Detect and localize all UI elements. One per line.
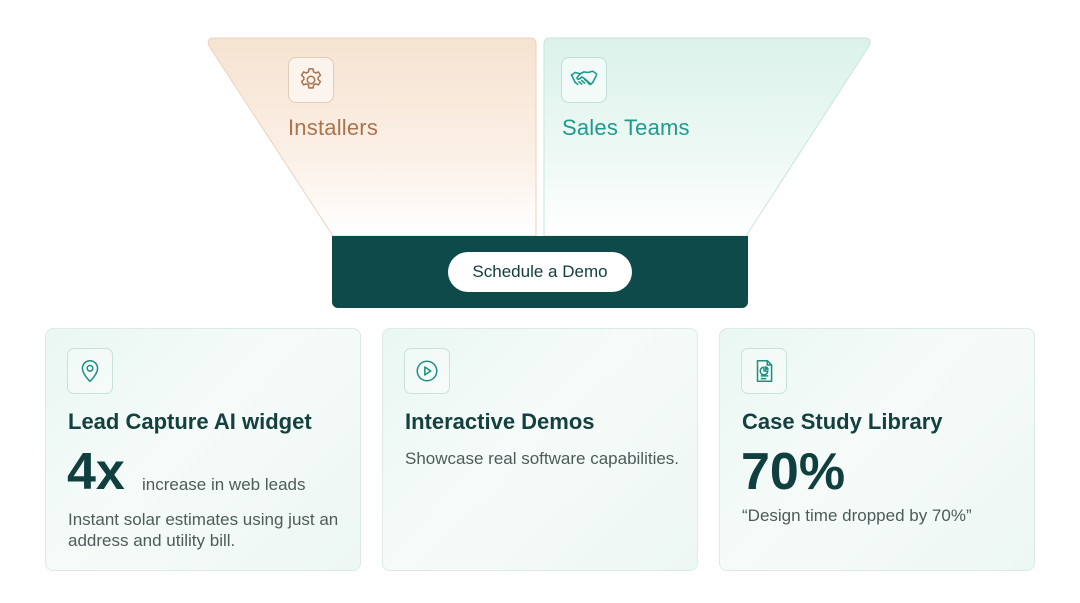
card-title: Case Study Library [742, 409, 943, 434]
stat-value: 4x [67, 443, 125, 501]
case-study-card: Case Study Library 70% “Design time drop… [719, 328, 1035, 571]
document-chart-icon [741, 348, 787, 394]
sales-teams-title: Sales Teams [562, 115, 690, 140]
card-description: Showcase real software capabilities. [405, 449, 680, 468]
card-title: Interactive Demos [405, 409, 595, 434]
installers-title: Installers [288, 115, 379, 140]
lead-capture-card: Lead Capture AI widget 4x increase in we… [45, 328, 361, 571]
stat-caption: increase in web leads [142, 475, 306, 494]
card-quote: “Design time dropped by 70%” [742, 506, 972, 525]
card-description: Instant solar estimates using just an ad… [68, 510, 339, 550]
schedule-demo-button[interactable]: Schedule a Demo [448, 252, 632, 292]
interactive-demos-card: Interactive Demos Showcase real software… [382, 328, 698, 571]
gear-icon [288, 57, 334, 103]
play-circle-icon [404, 348, 450, 394]
map-pin-icon [67, 348, 113, 394]
card-title: Lead Capture AI widget [68, 409, 312, 434]
stat-value: 70% [741, 443, 846, 501]
handshake-icon [561, 57, 607, 103]
